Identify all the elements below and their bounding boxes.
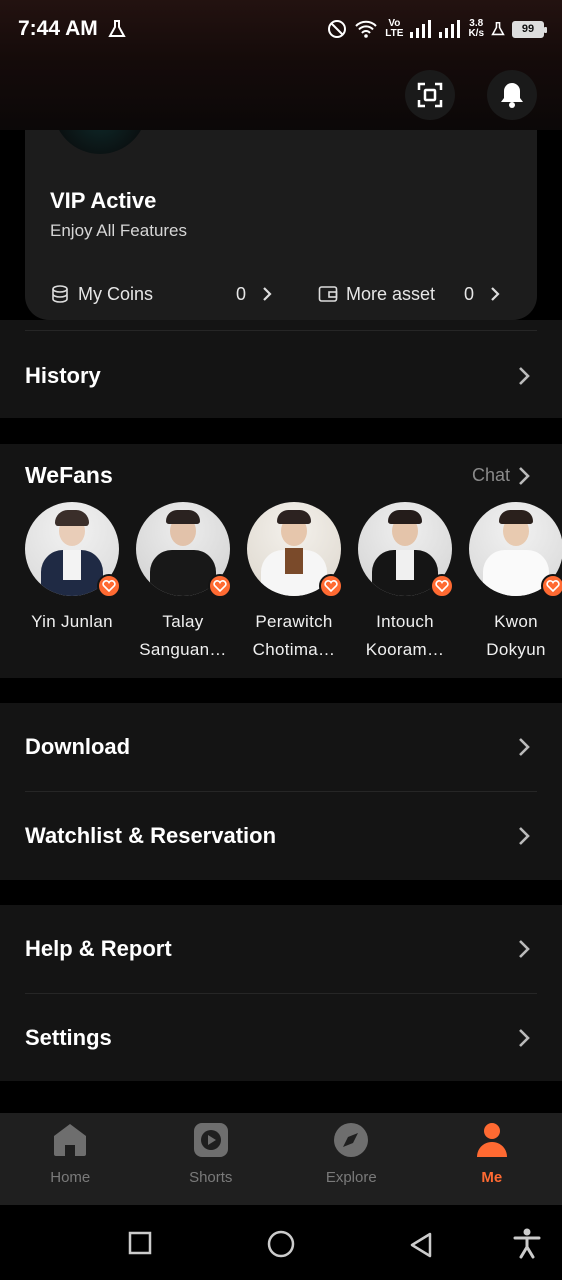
- my-coins-link[interactable]: My Coins 0: [50, 284, 272, 305]
- nav-home[interactable]: Home: [0, 1113, 141, 1205]
- chevron-right-icon: [263, 287, 272, 301]
- more-asset-label: More asset: [346, 283, 436, 304]
- chat-link[interactable]: Chat: [472, 465, 530, 486]
- bell-icon: [501, 83, 523, 108]
- settings-row[interactable]: Settings: [25, 994, 530, 1082]
- download-label: Download: [25, 734, 131, 759]
- user-avatar[interactable]: [53, 130, 147, 154]
- back-icon[interactable]: [408, 1231, 434, 1259]
- asset-row: My Coins 0 More asset 0: [50, 280, 510, 308]
- fan-avatar: [358, 502, 454, 598]
- chat-label: Chat: [471, 465, 510, 485]
- recents-icon[interactable]: [128, 1231, 152, 1255]
- vip-status-title: VIP Active: [50, 188, 157, 213]
- chevron-right-icon: [519, 367, 530, 385]
- chevron-right-icon: [519, 466, 530, 485]
- coins-icon: [52, 285, 68, 303]
- fan-item[interactable]: Yin Junlan: [25, 502, 121, 664]
- my-coins-label: My Coins: [78, 283, 154, 304]
- fan-avatar: [136, 502, 232, 598]
- home-circle-icon[interactable]: [266, 1229, 296, 1259]
- download-row[interactable]: Download: [25, 703, 530, 791]
- nav-shorts-label: Shorts: [189, 1169, 233, 1186]
- wefans-list: Yin Junlan Talay Sanguan… Perawitch Chot…: [25, 502, 562, 664]
- more-asset-value: 0: [463, 283, 474, 304]
- system-nav-bar: [0, 1205, 562, 1280]
- scan-icon: [417, 82, 443, 108]
- help-row[interactable]: Help & Report: [25, 905, 530, 993]
- nav-explore[interactable]: Explore: [281, 1113, 422, 1205]
- watchlist-row[interactable]: Watchlist & Reservation: [25, 792, 530, 880]
- chevron-right-icon: [519, 738, 530, 756]
- fan-avatar: [25, 502, 121, 598]
- chevron-right-icon: [491, 287, 500, 301]
- fan-avatar: [469, 502, 562, 598]
- signal-icon: [410, 20, 432, 38]
- status-time: 7:44 AM: [18, 17, 98, 40]
- heart-badge-icon: [97, 574, 121, 598]
- fan-item[interactable]: Kwon Dokyun: [469, 502, 562, 664]
- nav-home-label: Home: [50, 1169, 91, 1186]
- watchlist-label: Watchlist & Reservation: [25, 823, 277, 848]
- help-label: Help & Report: [25, 936, 172, 961]
- history-section: History: [0, 320, 562, 418]
- divider: [25, 330, 537, 331]
- nav-me-label: Me: [481, 1169, 503, 1186]
- home-icon: [54, 1124, 87, 1156]
- signal-icon-2: [439, 20, 461, 38]
- history-row[interactable]: History: [25, 332, 530, 420]
- chevron-right-icon: [519, 1029, 530, 1047]
- more-asset-link[interactable]: More asset 0: [318, 284, 500, 305]
- nav-shorts[interactable]: Shorts: [141, 1113, 282, 1205]
- chevron-right-icon: [519, 940, 530, 958]
- wallet-icon: [318, 286, 338, 302]
- fan-name: Talay Sanguan…: [139, 612, 227, 659]
- accessibility-icon[interactable]: [512, 1227, 542, 1259]
- fan-name: Perawitch Chotima…: [252, 612, 336, 659]
- nav-me[interactable]: Me: [422, 1113, 562, 1205]
- vip-status-subtitle: Enjoy All Features: [50, 221, 188, 240]
- battery-indicator: 99: [512, 20, 547, 38]
- nav-explore-label: Explore: [325, 1169, 377, 1186]
- top-actions: [405, 70, 537, 120]
- person-icon: [476, 1123, 507, 1157]
- net-speed-unit: K/s: [468, 28, 484, 39]
- wifi-icon: [355, 20, 377, 38]
- flask-icon-small: [491, 22, 505, 36]
- fan-item[interactable]: Intouch Kooram…: [358, 502, 454, 664]
- play-icon: [193, 1123, 228, 1157]
- fan-name: Yin Junlan: [31, 612, 113, 631]
- bottom-nav: Home Shorts Explore Me: [0, 1113, 562, 1205]
- heart-badge-icon: [541, 574, 562, 598]
- fan-name: Kwon Dokyun: [486, 612, 546, 659]
- scan-button[interactable]: [405, 70, 455, 120]
- wefans-title: WeFans: [25, 462, 113, 488]
- network-type-bottom: LTE: [385, 28, 404, 39]
- vip-card[interactable]: VIP Active Enjoy All Features My Coins 0…: [25, 130, 537, 320]
- chevron-right-icon: [519, 827, 530, 845]
- my-coins-value: 0: [235, 283, 246, 304]
- status-bar: 7:44 AM Vo LTE 3.8 K/s 99: [0, 0, 562, 58]
- settings-label: Settings: [25, 1025, 112, 1050]
- support-section: Help & Report Settings: [0, 905, 562, 1081]
- notification-button[interactable]: [487, 70, 537, 120]
- wefans-section: WeFans Chat Yin Junlan Talay Sanguan… Pe…: [0, 444, 562, 678]
- fan-item[interactable]: Perawitch Chotima…: [247, 502, 343, 664]
- flask-icon: [108, 20, 126, 37]
- heart-badge-icon: [319, 574, 343, 598]
- library-section: Download Watchlist & Reservation: [0, 703, 562, 880]
- history-label: History: [25, 363, 101, 388]
- fan-avatar: [247, 502, 343, 598]
- fan-name: Intouch Kooram…: [365, 612, 445, 659]
- dnd-icon: [328, 20, 347, 38]
- compass-icon: [334, 1123, 369, 1157]
- fan-item[interactable]: Talay Sanguan…: [136, 502, 232, 664]
- heart-badge-icon: [430, 574, 454, 598]
- heart-badge-icon: [208, 574, 232, 598]
